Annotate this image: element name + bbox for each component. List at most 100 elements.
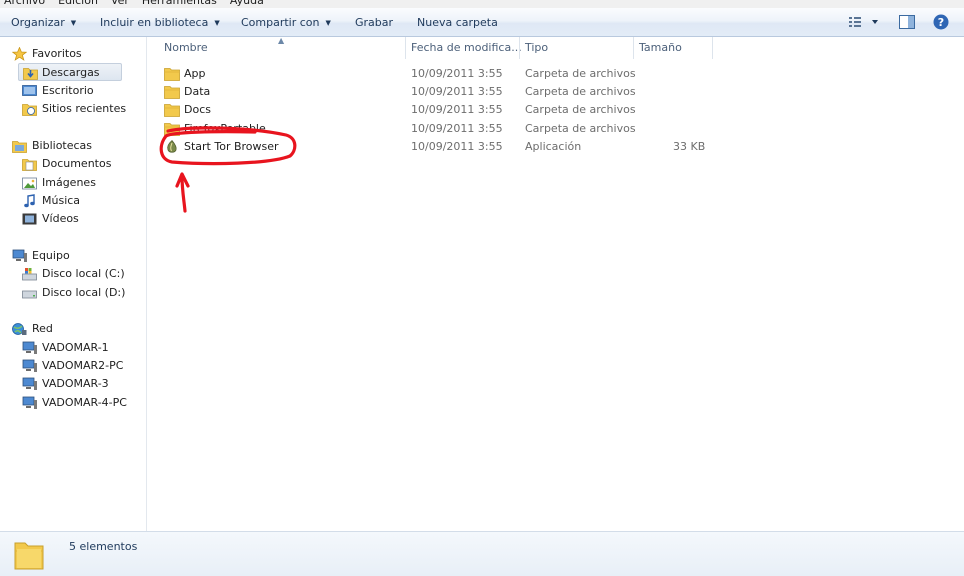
file-type: Carpeta de archivos [525, 67, 636, 80]
libraries-icon [12, 141, 27, 153]
help-icon: ? [933, 14, 949, 30]
details-pane: 5 elementos [0, 531, 964, 576]
burn-button[interactable]: Grabar [355, 16, 393, 29]
new-folder-button[interactable]: Nueva carpeta [417, 16, 498, 29]
new-folder-label: Nueva carpeta [417, 16, 498, 29]
downloads-folder-icon [23, 68, 38, 80]
command-bar: Organizar ▼ Incluir en biblioteca ▼ Compar… [0, 8, 964, 37]
chevron-down-icon: ▼ [325, 19, 331, 27]
computer-icon [12, 249, 27, 262]
file-date: 10/09/2011 3:55 [411, 85, 503, 98]
computer-icon [22, 377, 37, 390]
file-row[interactable]: App 10/09/2011 3:55 Carpeta de archivos [164, 65, 724, 83]
star-icon [12, 47, 27, 61]
windows-drive-icon [22, 268, 37, 281]
folder-icon [164, 68, 180, 81]
music-icon [24, 194, 35, 208]
file-list: ▲ Nombre Fecha de modifica... Tipo Tamañ… [148, 37, 964, 531]
computer-icon [22, 396, 37, 409]
view-options-button[interactable] [848, 15, 878, 32]
item-count: 5 elementos [69, 540, 138, 553]
computer-icon [22, 359, 37, 372]
videos-icon [22, 213, 37, 225]
nav-pc-label: VADOMAR-3 [42, 377, 109, 390]
folder-icon [164, 86, 180, 99]
menu-herramientas[interactable]: Herramientas [137, 0, 225, 8]
file-row[interactable]: FirefoxPortable 10/09/2011 3:55 Carpeta … [164, 120, 724, 138]
menu-ver[interactable]: Ver [106, 0, 137, 8]
nav-downloads-label: Descargas [42, 66, 100, 79]
folder-icon [164, 104, 180, 117]
nav-pc-label: VADOMAR-1 [42, 341, 109, 354]
file-date: 10/09/2011 3:55 [411, 122, 503, 135]
include-library-button[interactable]: Incluir en biblioteca ▼ [100, 16, 220, 29]
file-name: Docs [184, 103, 211, 116]
menu-edicion[interactable]: Edición [53, 0, 106, 8]
sort-ascending-icon: ▲ [278, 36, 285, 45]
application-icon [167, 140, 177, 153]
file-type: Carpeta de archivos [525, 103, 636, 116]
computer-icon [22, 341, 37, 354]
share-with-label: Compartir con [241, 16, 320, 29]
column-header-size[interactable]: Tamaño [639, 37, 682, 59]
nav-desktop-label: Escritorio [42, 84, 94, 97]
column-header-date[interactable]: Fecha de modifica... [411, 37, 522, 59]
nav-music-label: Música [42, 194, 81, 207]
menu-bar: Archivo Edición Ver Herramientas Ayuda [0, 0, 964, 8]
column-header-name[interactable]: Nombre [164, 37, 208, 59]
nav-libraries-label: Bibliotecas [32, 139, 93, 152]
column-divider[interactable] [405, 37, 406, 59]
organize-label: Organizar [11, 16, 65, 29]
share-with-button[interactable]: Compartir con ▼ [241, 16, 331, 29]
view-list-icon [849, 17, 878, 27]
column-header-type[interactable]: Tipo [525, 37, 548, 59]
menu-archivo[interactable]: Archivo [0, 0, 53, 8]
nav-favorites-label: Favoritos [32, 47, 82, 60]
network-icon [12, 323, 27, 335]
column-divider[interactable] [712, 37, 713, 59]
navigation-pane: Favoritos Descargas Escritorio Sitios re… [0, 37, 147, 531]
menu-ayuda[interactable]: Ayuda [225, 0, 272, 8]
include-library-label: Incluir en biblioteca [100, 16, 209, 29]
desktop-icon [22, 85, 37, 96]
svg-text:?: ? [938, 16, 944, 29]
preview-pane-icon [899, 15, 915, 29]
folder-icon [164, 123, 180, 136]
hard-drive-icon [22, 290, 37, 299]
nav-disk-d-label: Disco local (D:) [42, 286, 126, 299]
file-name: Start Tor Browser [184, 140, 279, 153]
organize-button[interactable]: Organizar ▼ [11, 16, 76, 29]
nav-downloads[interactable]: Descargas [18, 63, 122, 81]
file-date: 10/09/2011 3:55 [411, 103, 503, 116]
nav-pc-label: VADOMAR2-PC [42, 359, 124, 372]
nav-documents-label: Documentos [42, 157, 112, 170]
folder-large-icon [14, 542, 44, 570]
chevron-down-icon: ▼ [214, 19, 220, 27]
nav-disk-c-label: Disco local (C:) [42, 267, 125, 280]
file-type: Carpeta de archivos [525, 122, 636, 135]
file-name: App [184, 67, 206, 80]
preview-pane-button[interactable] [899, 15, 915, 32]
burn-label: Grabar [355, 16, 394, 29]
column-divider[interactable] [519, 37, 520, 59]
nav-computer-label: Equipo [32, 249, 70, 262]
file-size: 33 KB [673, 140, 706, 153]
nav-network-label: Red [32, 322, 53, 335]
nav-images-label: Imágenes [42, 176, 96, 189]
nav-pc-label: VADOMAR-4-PC [42, 396, 127, 409]
chevron-down-icon: ▼ [70, 19, 77, 27]
nav-recent-label: Sitios recientes [42, 102, 127, 115]
file-name: FirefoxPortable [184, 122, 266, 135]
images-icon [22, 177, 37, 190]
nav-videos-label: Vídeos [42, 212, 79, 225]
recent-places-icon [22, 104, 37, 116]
file-date: 10/09/2011 3:55 [411, 67, 503, 80]
file-date: 10/09/2011 3:55 [411, 140, 503, 153]
file-row[interactable]: Data 10/09/2011 3:55 Carpeta de archivos [164, 83, 724, 101]
documents-icon [22, 159, 37, 171]
column-divider[interactable] [633, 37, 634, 59]
file-row[interactable]: Docs 10/09/2011 3:55 Carpeta de archivos [164, 101, 724, 119]
help-button[interactable]: ? [933, 14, 949, 33]
file-row[interactable]: Start Tor Browser 10/09/2011 3:55 Aplica… [164, 138, 724, 156]
file-name: Data [184, 85, 211, 98]
